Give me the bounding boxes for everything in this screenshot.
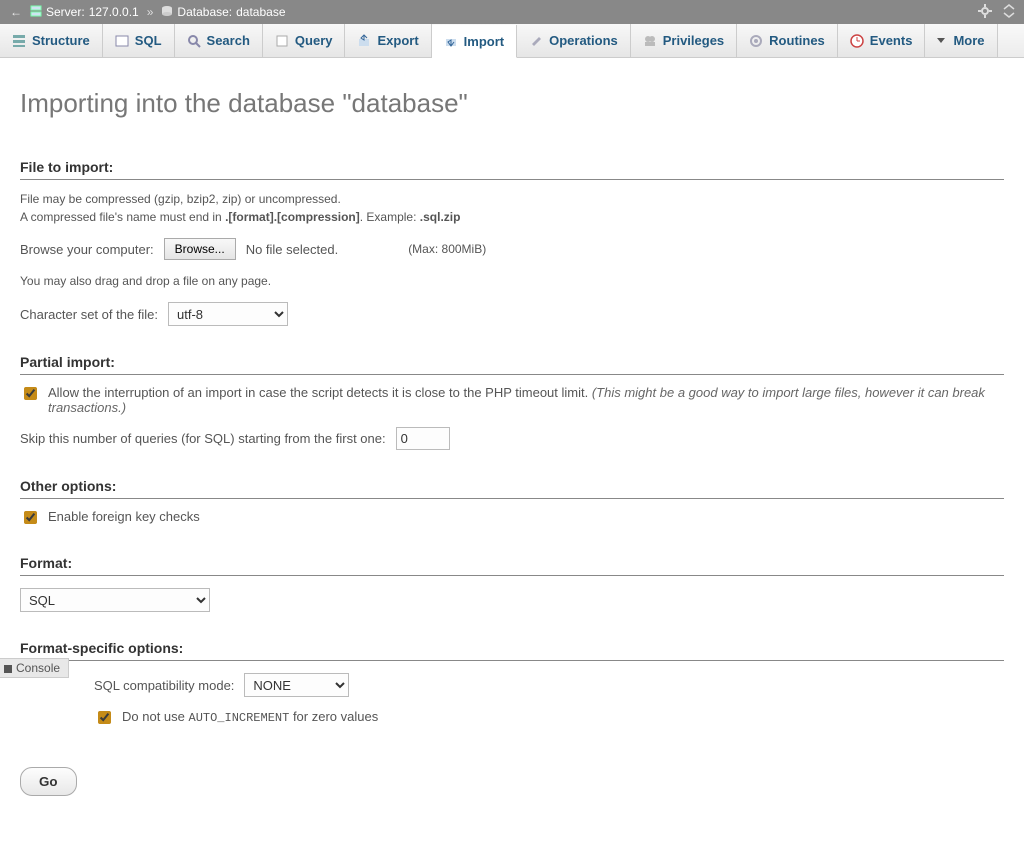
console-icon xyxy=(4,665,12,673)
compress-note-1: File may be compressed (gzip, bzip2, zip… xyxy=(20,190,1004,208)
charset-select[interactable]: utf-8 xyxy=(168,302,288,326)
compress-note-2: A compressed file's name must end in .[f… xyxy=(20,208,1004,226)
charset-row: Character set of the file: utf-8 xyxy=(20,302,1004,326)
database-value[interactable]: database xyxy=(236,5,285,19)
section-format-specific: Format-specific options: xyxy=(20,640,1004,661)
compat-label: SQL compatibility mode: xyxy=(94,678,234,693)
tab-sql[interactable]: SQL xyxy=(103,24,175,57)
fk-row: Enable foreign key checks xyxy=(20,509,1004,527)
back-arrow-icon[interactable]: ← xyxy=(10,5,22,19)
tab-search-label: Search xyxy=(207,33,250,48)
note2b: .[format].[compression] xyxy=(225,210,360,224)
charset-label: Character set of the file: xyxy=(20,307,158,322)
tab-query[interactable]: Query xyxy=(263,24,346,57)
sql-icon xyxy=(115,34,129,48)
allow-interrupt-checkbox[interactable] xyxy=(24,387,37,400)
caret-down-icon xyxy=(937,38,945,43)
routines-icon xyxy=(749,34,763,48)
skip-queries-input[interactable] xyxy=(396,427,450,450)
gear-icon[interactable] xyxy=(978,4,992,18)
tab-structure[interactable]: Structure xyxy=(0,24,103,57)
structure-icon xyxy=(12,34,26,48)
console-tab[interactable]: Console xyxy=(0,658,69,678)
allow-interrupt-text: Allow the interruption of an import in c… xyxy=(48,385,1004,415)
tab-export-label: Export xyxy=(377,33,418,48)
autoincr-a: Do not use xyxy=(122,709,189,724)
autoincr-b: AUTO_INCREMENT xyxy=(189,711,290,725)
fk-checkbox[interactable] xyxy=(24,511,37,524)
browse-row: Browse your computer: Browse... No file … xyxy=(20,238,1004,260)
autoincr-c: for zero values xyxy=(289,709,378,724)
allow-interrupt-a: Allow the interruption of an import in c… xyxy=(48,385,592,400)
tab-events[interactable]: Events xyxy=(838,24,926,57)
note2d: .sql.zip xyxy=(420,210,461,224)
allow-interrupt-row: Allow the interruption of an import in c… xyxy=(20,385,1004,415)
section-format: Format: xyxy=(20,555,1004,576)
go-button[interactable]: Go xyxy=(20,767,77,796)
export-icon xyxy=(357,34,371,48)
breadcrumb-sep: » xyxy=(147,5,154,19)
autoincr-checkbox[interactable] xyxy=(98,711,111,724)
operations-icon xyxy=(529,34,543,48)
server-label: Server: xyxy=(46,5,85,19)
tabstrip: Structure SQL Search Query Export Import… xyxy=(0,24,1024,58)
tab-import-label: Import xyxy=(464,34,504,49)
browse-button[interactable]: Browse... xyxy=(164,238,236,260)
events-icon xyxy=(850,34,864,48)
format-select[interactable]: SQL xyxy=(20,588,210,612)
tab-structure-label: Structure xyxy=(32,33,90,48)
autoincr-text: Do not use AUTO_INCREMENT for zero value… xyxy=(122,709,378,725)
fk-label: Enable foreign key checks xyxy=(48,509,200,524)
no-file-label: No file selected. xyxy=(246,242,339,257)
tab-export[interactable]: Export xyxy=(345,24,431,57)
database-icon xyxy=(161,5,173,20)
section-partial-import: Partial import: xyxy=(20,354,1004,375)
tab-query-label: Query xyxy=(295,33,333,48)
collapse-icon[interactable] xyxy=(1002,4,1016,18)
compat-select[interactable]: NONE xyxy=(244,673,349,697)
tab-search[interactable]: Search xyxy=(175,24,263,57)
skip-queries-row: Skip this number of queries (for SQL) st… xyxy=(20,427,1004,450)
tab-sql-label: SQL xyxy=(135,33,162,48)
note2a: A compressed file's name must end in xyxy=(20,210,225,224)
server-value[interactable]: 127.0.0.1 xyxy=(89,5,139,19)
tab-privileges[interactable]: Privileges xyxy=(631,24,737,57)
search-icon xyxy=(187,34,201,48)
content-area: Importing into the database "database" F… xyxy=(0,58,1024,868)
database-label: Database: xyxy=(177,5,232,19)
tab-operations-label: Operations xyxy=(549,33,618,48)
dragdrop-note: You may also drag and drop a file on any… xyxy=(20,272,1004,290)
max-size-label: (Max: 800MiB) xyxy=(408,242,486,256)
browse-label: Browse your computer: xyxy=(20,242,154,257)
import-icon xyxy=(444,34,458,48)
tab-routines[interactable]: Routines xyxy=(737,24,838,57)
privileges-icon xyxy=(643,34,657,48)
note2c: . Example: xyxy=(360,210,420,224)
section-other-options: Other options: xyxy=(20,478,1004,499)
skip-queries-label: Skip this number of queries (for SQL) st… xyxy=(20,431,386,446)
query-icon xyxy=(275,34,289,48)
tab-more-label: More xyxy=(953,33,984,48)
tab-privileges-label: Privileges xyxy=(663,33,724,48)
console-label: Console xyxy=(16,661,60,675)
server-icon xyxy=(30,5,42,20)
tab-operations[interactable]: Operations xyxy=(517,24,631,57)
autoincr-row: Do not use AUTO_INCREMENT for zero value… xyxy=(94,709,1004,727)
page-title: Importing into the database "database" xyxy=(20,88,1004,119)
compat-row: SQL compatibility mode: NONE xyxy=(94,673,1004,697)
format-row: SQL xyxy=(20,588,1004,612)
tab-more[interactable]: More xyxy=(925,24,997,57)
section-file-to-import: File to import: xyxy=(20,159,1004,180)
tab-routines-label: Routines xyxy=(769,33,825,48)
breadcrumb-bar: ← Server: 127.0.0.1 » Database: database xyxy=(0,0,1024,24)
tab-events-label: Events xyxy=(870,33,913,48)
tab-import[interactable]: Import xyxy=(432,25,517,58)
